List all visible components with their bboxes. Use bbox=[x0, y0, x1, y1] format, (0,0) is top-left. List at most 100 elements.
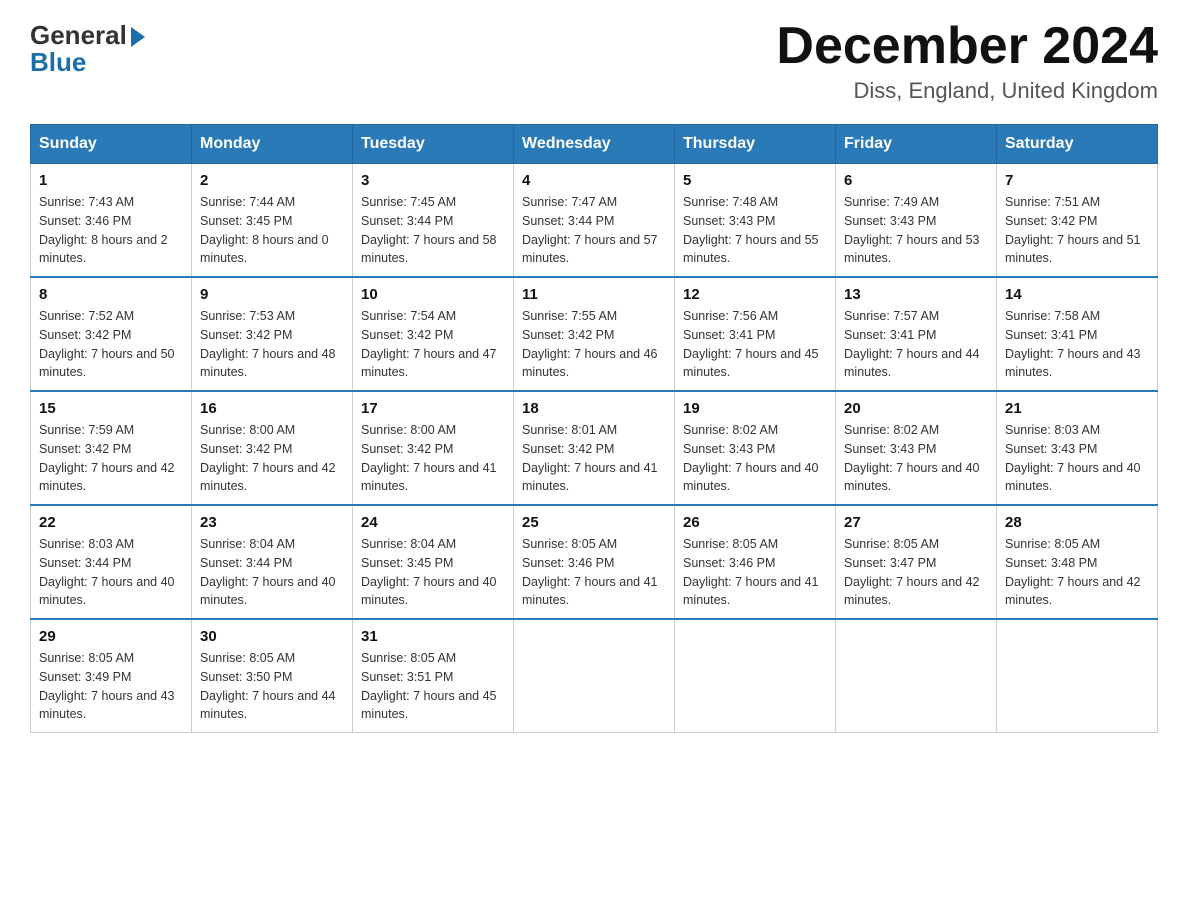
day-info: Sunrise: 8:05 AMSunset: 3:47 PMDaylight:… bbox=[844, 535, 988, 610]
day-number: 28 bbox=[1005, 514, 1149, 531]
day-number: 29 bbox=[39, 628, 183, 645]
day-info: Sunrise: 7:49 AMSunset: 3:43 PMDaylight:… bbox=[844, 193, 988, 268]
day-number: 25 bbox=[522, 514, 666, 531]
calendar-cell: 29 Sunrise: 8:05 AMSunset: 3:49 PMDayligh… bbox=[31, 619, 192, 733]
day-info: Sunrise: 8:05 AMSunset: 3:49 PMDaylight:… bbox=[39, 649, 183, 724]
calendar-cell: 28Sunrise: 8:05 AMSunset: 3:48 PMDayligh… bbox=[997, 505, 1158, 619]
day-number: 2 bbox=[200, 172, 344, 189]
calendar-cell: 1 Sunrise: 7:43 AMSunset: 3:46 PMDaylight… bbox=[31, 164, 192, 278]
day-number: 1 bbox=[39, 172, 183, 189]
day-number: 12 bbox=[683, 286, 827, 303]
calendar-table: SundayMondayTuesdayWednesdayThursdayFrid… bbox=[30, 124, 1158, 733]
calendar-cell: 10 Sunrise: 7:54 AMSunset: 3:42 PMDayligh… bbox=[353, 277, 514, 391]
day-number: 9 bbox=[200, 286, 344, 303]
location-text: Diss, England, United Kingdom bbox=[776, 78, 1158, 104]
calendar-cell: 23 Sunrise: 8:04 AMSunset: 3:44 PMDayligh… bbox=[192, 505, 353, 619]
day-number: 15 bbox=[39, 400, 183, 417]
day-number: 24 bbox=[361, 514, 505, 531]
calendar-cell: 17 Sunrise: 8:00 AMSunset: 3:42 PMDayligh… bbox=[353, 391, 514, 505]
day-info: Sunrise: 7:54 AMSunset: 3:42 PMDaylight:… bbox=[361, 307, 505, 382]
calendar-cell: 16Sunrise: 8:00 AMSunset: 3:42 PMDayligh… bbox=[192, 391, 353, 505]
calendar-cell: 9 Sunrise: 7:53 AMSunset: 3:42 PMDaylight… bbox=[192, 277, 353, 391]
day-info: Sunrise: 7:51 AMSunset: 3:42 PMDaylight:… bbox=[1005, 193, 1149, 268]
calendar-cell: 18 Sunrise: 8:01 AMSunset: 3:42 PMDayligh… bbox=[514, 391, 675, 505]
day-number: 21 bbox=[1005, 400, 1149, 417]
day-number: 13 bbox=[844, 286, 988, 303]
calendar-cell: 2 Sunrise: 7:44 AMSunset: 3:45 PMDaylight… bbox=[192, 164, 353, 278]
day-number: 6 bbox=[844, 172, 988, 189]
day-number: 8 bbox=[39, 286, 183, 303]
day-info: Sunrise: 8:05 AMSunset: 3:51 PMDaylight:… bbox=[361, 649, 505, 724]
day-info: Sunrise: 8:02 AMSunset: 3:43 PMDaylight:… bbox=[844, 421, 988, 496]
day-header-saturday: Saturday bbox=[997, 125, 1158, 164]
day-header-monday: Monday bbox=[192, 125, 353, 164]
day-header-thursday: Thursday bbox=[675, 125, 836, 164]
calendar-header-row: SundayMondayTuesdayWednesdayThursdayFrid… bbox=[31, 125, 1158, 164]
week-row-4: 22Sunrise: 8:03 AMSunset: 3:44 PMDayligh… bbox=[31, 505, 1158, 619]
calendar-cell: 24 Sunrise: 8:04 AMSunset: 3:45 PMDayligh… bbox=[353, 505, 514, 619]
calendar-cell bbox=[675, 619, 836, 733]
day-info: Sunrise: 7:47 AMSunset: 3:44 PMDaylight:… bbox=[522, 193, 666, 268]
calendar-cell: 7Sunrise: 7:51 AMSunset: 3:42 PMDaylight… bbox=[997, 164, 1158, 278]
calendar-cell: 8Sunrise: 7:52 AMSunset: 3:42 PMDaylight… bbox=[31, 277, 192, 391]
day-info: Sunrise: 8:04 AMSunset: 3:44 PMDaylight:… bbox=[200, 535, 344, 610]
day-info: Sunrise: 8:05 AMSunset: 3:46 PMDaylight:… bbox=[522, 535, 666, 610]
day-info: Sunrise: 7:59 AMSunset: 3:42 PMDaylight:… bbox=[39, 421, 183, 496]
day-info: Sunrise: 8:04 AMSunset: 3:45 PMDaylight:… bbox=[361, 535, 505, 610]
day-info: Sunrise: 7:53 AMSunset: 3:42 PMDaylight:… bbox=[200, 307, 344, 382]
week-row-3: 15 Sunrise: 7:59 AMSunset: 3:42 PMDayligh… bbox=[31, 391, 1158, 505]
page-header: General Blue December 2024 Diss, England… bbox=[30, 20, 1158, 104]
day-number: 30 bbox=[200, 628, 344, 645]
day-number: 20 bbox=[844, 400, 988, 417]
day-number: 4 bbox=[522, 172, 666, 189]
week-row-2: 8Sunrise: 7:52 AMSunset: 3:42 PMDaylight… bbox=[31, 277, 1158, 391]
logo-arrow-icon bbox=[131, 27, 145, 47]
day-info: Sunrise: 7:57 AMSunset: 3:41 PMDaylight:… bbox=[844, 307, 988, 382]
day-number: 26 bbox=[683, 514, 827, 531]
calendar-cell: 6 Sunrise: 7:49 AMSunset: 3:43 PMDaylight… bbox=[836, 164, 997, 278]
day-header-sunday: Sunday bbox=[31, 125, 192, 164]
month-title: December 2024 bbox=[776, 20, 1158, 72]
calendar-cell: 22Sunrise: 8:03 AMSunset: 3:44 PMDayligh… bbox=[31, 505, 192, 619]
calendar-cell: 31 Sunrise: 8:05 AMSunset: 3:51 PMDayligh… bbox=[353, 619, 514, 733]
calendar-cell: 20 Sunrise: 8:02 AMSunset: 3:43 PMDayligh… bbox=[836, 391, 997, 505]
day-header-tuesday: Tuesday bbox=[353, 125, 514, 164]
day-number: 18 bbox=[522, 400, 666, 417]
logo-blue-text: Blue bbox=[30, 47, 86, 78]
day-number: 16 bbox=[200, 400, 344, 417]
day-number: 10 bbox=[361, 286, 505, 303]
calendar-cell: 12Sunrise: 7:56 AMSunset: 3:41 PMDayligh… bbox=[675, 277, 836, 391]
day-info: Sunrise: 8:01 AMSunset: 3:42 PMDaylight:… bbox=[522, 421, 666, 496]
calendar-cell: 14Sunrise: 7:58 AMSunset: 3:41 PMDayligh… bbox=[997, 277, 1158, 391]
day-info: Sunrise: 8:00 AMSunset: 3:42 PMDaylight:… bbox=[361, 421, 505, 496]
logo: General Blue bbox=[30, 20, 145, 78]
calendar-cell: 19 Sunrise: 8:02 AMSunset: 3:43 PMDayligh… bbox=[675, 391, 836, 505]
calendar-cell bbox=[997, 619, 1158, 733]
day-info: Sunrise: 8:03 AMSunset: 3:43 PMDaylight:… bbox=[1005, 421, 1149, 496]
calendar-cell: 30Sunrise: 8:05 AMSunset: 3:50 PMDayligh… bbox=[192, 619, 353, 733]
day-info: Sunrise: 8:02 AMSunset: 3:43 PMDaylight:… bbox=[683, 421, 827, 496]
day-number: 17 bbox=[361, 400, 505, 417]
calendar-cell bbox=[836, 619, 997, 733]
day-header-wednesday: Wednesday bbox=[514, 125, 675, 164]
day-number: 11 bbox=[522, 286, 666, 303]
day-info: Sunrise: 8:03 AMSunset: 3:44 PMDaylight:… bbox=[39, 535, 183, 610]
day-number: 3 bbox=[361, 172, 505, 189]
calendar-cell bbox=[514, 619, 675, 733]
day-number: 23 bbox=[200, 514, 344, 531]
calendar-cell: 21 Sunrise: 8:03 AMSunset: 3:43 PMDayligh… bbox=[997, 391, 1158, 505]
day-number: 19 bbox=[683, 400, 827, 417]
day-number: 5 bbox=[683, 172, 827, 189]
calendar-cell: 27 Sunrise: 8:05 AMSunset: 3:47 PMDayligh… bbox=[836, 505, 997, 619]
day-info: Sunrise: 7:43 AMSunset: 3:46 PMDaylight:… bbox=[39, 193, 183, 268]
day-info: Sunrise: 7:44 AMSunset: 3:45 PMDaylight:… bbox=[200, 193, 344, 268]
calendar-cell: 15 Sunrise: 7:59 AMSunset: 3:42 PMDayligh… bbox=[31, 391, 192, 505]
day-header-friday: Friday bbox=[836, 125, 997, 164]
calendar-cell: 13 Sunrise: 7:57 AMSunset: 3:41 PMDayligh… bbox=[836, 277, 997, 391]
day-number: 31 bbox=[361, 628, 505, 645]
day-number: 27 bbox=[844, 514, 988, 531]
week-row-1: 1 Sunrise: 7:43 AMSunset: 3:46 PMDaylight… bbox=[31, 164, 1158, 278]
calendar-cell: 11 Sunrise: 7:55 AMSunset: 3:42 PMDayligh… bbox=[514, 277, 675, 391]
calendar-cell: 26Sunrise: 8:05 AMSunset: 3:46 PMDayligh… bbox=[675, 505, 836, 619]
day-info: Sunrise: 7:55 AMSunset: 3:42 PMDaylight:… bbox=[522, 307, 666, 382]
